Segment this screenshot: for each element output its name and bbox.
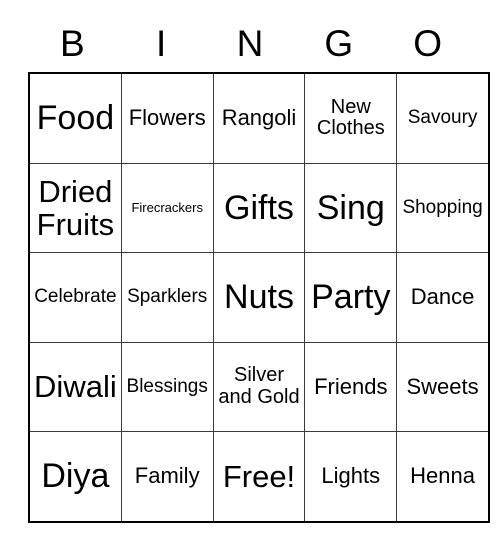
bingo-cell[interactable]: Dance <box>396 252 490 343</box>
bingo-header-letter-b: B <box>60 22 85 64</box>
bingo-cell[interactable]: Diwali <box>28 341 122 432</box>
bingo-cell[interactable]: Gifts <box>212 162 306 253</box>
bingo-cell[interactable]: Nuts <box>212 252 306 343</box>
bingo-cell-free[interactable]: Free! <box>212 431 306 522</box>
bingo-cell[interactable]: Henna <box>396 431 490 522</box>
bingo-cell[interactable]: Party <box>304 252 398 343</box>
bingo-cell[interactable]: Lights <box>304 431 398 522</box>
bingo-cell[interactable]: Blessings <box>120 341 214 432</box>
bingo-row: Celebrate Sparklers Nuts Party Dance <box>28 252 490 343</box>
bingo-cell[interactable]: Shopping <box>396 162 490 253</box>
bingo-cell[interactable]: Dried Fruits <box>28 162 122 253</box>
bingo-cell[interactable]: Sparklers <box>120 252 214 343</box>
bingo-row: Food Flowers Rangoli New Clothes Savoury <box>28 72 490 164</box>
bingo-row: Diya Family Free! Lights Henna <box>28 431 490 522</box>
bingo-cell[interactable]: Rangoli <box>212 72 306 164</box>
bingo-grid: Food Flowers Rangoli New Clothes Savoury… <box>28 72 490 523</box>
bingo-cell[interactable]: New Clothes <box>304 72 398 164</box>
bingo-cell[interactable]: Friends <box>304 341 398 432</box>
bingo-cell[interactable]: Family <box>120 431 214 522</box>
bingo-cell[interactable]: Flowers <box>120 72 214 164</box>
bingo-header-letter-i: I <box>156 22 167 64</box>
bingo-cell[interactable]: Firecrackers <box>120 162 214 253</box>
bingo-header-row: B I N G O <box>28 14 472 72</box>
bingo-cell[interactable]: Sweets <box>396 341 490 432</box>
bingo-header-letter-g: G <box>324 22 354 64</box>
bingo-cell[interactable]: Celebrate <box>28 252 122 343</box>
bingo-header-letter-n: N <box>236 22 264 64</box>
bingo-row: Diwali Blessings Silver and Gold Friends… <box>28 341 490 432</box>
bingo-cell[interactable]: Food <box>28 72 122 164</box>
bingo-cell[interactable]: Savoury <box>396 72 490 164</box>
bingo-row: Dried Fruits Firecrackers Gifts Sing Sho… <box>28 162 490 253</box>
bingo-cell[interactable]: Sing <box>304 162 398 253</box>
bingo-card: B I N G O Food Flowers Rangoli New Cloth… <box>28 14 490 523</box>
bingo-header-letter-o: O <box>413 22 442 64</box>
bingo-cell[interactable]: Silver and Gold <box>212 341 306 432</box>
bingo-cell[interactable]: Diya <box>28 431 122 522</box>
